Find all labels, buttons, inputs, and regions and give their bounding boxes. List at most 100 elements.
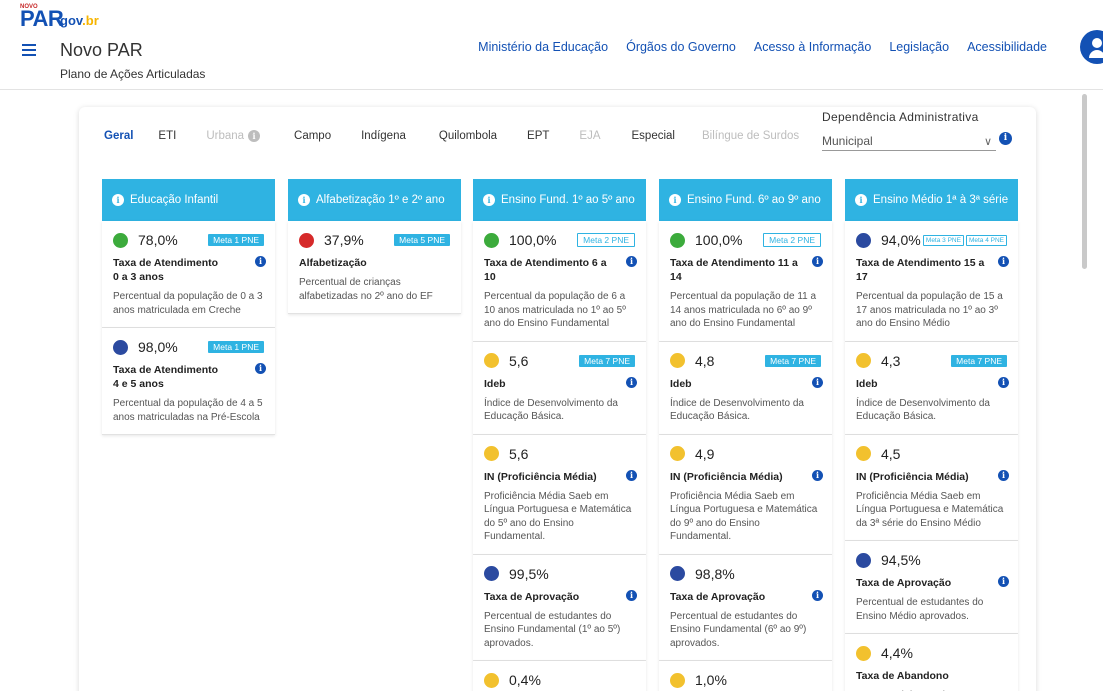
meta-pne-badge[interactable]: Meta 5 PNE (394, 234, 450, 246)
indicator-card[interactable]: 4,3 Meta 7 PNE Ideb i Índice de Desenvolvime… (845, 341, 1018, 435)
status-dot-icon (113, 232, 128, 248)
info-icon[interactable]: i (855, 194, 867, 206)
meta-pne-badge[interactable]: Meta 7 PNE (951, 354, 1007, 367)
nav-link-acessibilidade[interactable]: Acessibilidade (967, 40, 1047, 54)
status-dot-icon (670, 566, 685, 581)
tab-ind-gena[interactable]: Indígena (361, 130, 406, 142)
info-icon[interactable]: i (298, 194, 310, 206)
indicator-card[interactable]: 4,8 Meta 7 PNE Ideb i Índice de Desenvolvime… (659, 341, 832, 435)
column-header[interactable]: i Educação Infantil (102, 179, 275, 221)
indicator-metric: 100,0% Meta 2 PNE (484, 230, 635, 250)
scrollbar-thumb[interactable] (1082, 94, 1087, 269)
indicator-card[interactable]: 98,8% Taxa de Aprovação i Percentual de est… (659, 554, 832, 661)
indicator-card[interactable]: 100,0% Meta 2 PNE Taxa de Atendimento 6 a … (473, 221, 646, 342)
indicator-title-text: Ideb (856, 377, 878, 390)
info-icon[interactable]: i (626, 376, 637, 388)
column-title: Alfabetização 1º e 2º ano (316, 194, 445, 206)
tab-eti[interactable]: ETI (158, 130, 176, 142)
indicator-card[interactable]: 4,9 IN (Proficiência Média) i Proficiência … (659, 434, 832, 555)
info-icon[interactable]: i (812, 589, 823, 601)
tab-label: ETI (158, 130, 177, 142)
info-icon[interactable]: i (812, 256, 823, 267)
meta-pne-badge[interactable]: Meta 3 PNE (922, 234, 964, 246)
info-icon[interactable]: i (998, 469, 1009, 481)
tab-especial[interactable]: Especial (632, 130, 675, 142)
indicator-card[interactable]: 100,0% Meta 2 PNE Taxa de Atendimento 11 a… (659, 221, 832, 342)
info-icon[interactable]: i (998, 256, 1009, 267)
info-icon[interactable]: i (255, 256, 266, 267)
indicator-card[interactable]: 4,4%Taxa de AbandonoPercentual de estuda… (845, 634, 1018, 691)
indicator-title: Taxa de Aprovação i (856, 576, 1009, 590)
info-icon[interactable]: i (626, 469, 637, 481)
info-icon[interactable]: i (626, 256, 637, 267)
indicator-card[interactable]: 94,5% Taxa de Aprovação i Percentual de est… (845, 541, 1018, 634)
info-icon[interactable]: i (669, 194, 681, 206)
column-header[interactable]: i Ensino Fund. 1º ao 5º ano (473, 179, 646, 221)
tab-urbana[interactable]: Urbana i (206, 130, 261, 142)
indicator-card[interactable]: 1,0%Taxa de Abandono (659, 661, 832, 691)
indicator-card[interactable]: 98,0% Meta 1 PNE Taxa de Atendimento 4 e 5… (102, 328, 275, 435)
info-icon[interactable]: i (248, 130, 261, 142)
meta-badges: Meta 1 PNE (208, 341, 264, 353)
info-icon[interactable]: i (998, 376, 1009, 388)
column-title: Ensino Médio 1ª à 3ª série (873, 194, 1009, 206)
indicator-metric: 4,5 (856, 444, 1007, 464)
tab-campo[interactable]: Campo (294, 130, 331, 142)
hamburger-menu-icon[interactable] (22, 44, 36, 56)
info-icon[interactable]: i (998, 576, 1009, 587)
column-header[interactable]: i Ensino Fund. 6º ao 9º ano (659, 179, 832, 221)
meta-pne-badge[interactable]: Meta 4 PNE (965, 234, 1007, 246)
indicator-card[interactable]: 4,5 IN (Proficiência Média) i Proficiência … (845, 434, 1018, 541)
info-icon[interactable]: i (812, 376, 823, 388)
tab-geral[interactable]: Geral (104, 130, 133, 142)
column-title: Educação Infantil (130, 194, 219, 206)
tab-quilombola[interactable]: Quilombola (439, 130, 497, 142)
nav-link-legislacao[interactable]: Legislação (889, 40, 949, 54)
tab-ept[interactable]: EPT (527, 130, 549, 142)
govbr-logo-suffix: .br (82, 13, 99, 28)
indicator-card[interactable]: 37,9% Meta 5 PNE Alfabetização Percentual d… (288, 221, 461, 314)
meta-pne-badge[interactable]: Meta 7 PNE (579, 354, 635, 367)
indicator-title-text: Ideb (670, 377, 692, 390)
meta-pne-badge[interactable]: Meta 1 PNE (208, 234, 264, 246)
dependencia-select[interactable]: Municipal ∨ (822, 131, 996, 151)
indicator-card[interactable]: 99,5% Taxa de Aprovação i Percentual de est… (473, 554, 646, 661)
info-icon[interactable]: i (483, 194, 495, 206)
indicator-card[interactable]: 0,4%Taxa de Abandono (473, 661, 646, 691)
tab-label: Bilíngue de Surdos (701, 130, 800, 142)
info-icon[interactable]: i (626, 589, 637, 601)
tab-label: EPT (527, 130, 550, 142)
meta-pne-badge[interactable]: Meta 2 PNE (577, 233, 635, 247)
nav-link-acesso-informacao[interactable]: Acesso à Informação (754, 40, 871, 54)
indicator-metric: 0,4% (484, 670, 635, 690)
tab-label: Especial (631, 130, 675, 142)
indicator-card[interactable]: 5,6 Meta 7 PNE Ideb i Índice de Desenvolvime… (473, 341, 646, 435)
tab-bil-ngue-de-surdos[interactable]: Bilíngue de Surdos (702, 130, 799, 142)
info-icon[interactable]: i (112, 194, 124, 206)
indicator-value: 98,8% (695, 565, 735, 582)
nav-link-ministerio[interactable]: Ministério da Educação (478, 40, 608, 54)
meta-pne-badge[interactable]: Meta 7 PNE (765, 354, 821, 367)
nav-link-orgaos[interactable]: Órgãos do Governo (626, 40, 736, 54)
indicator-title-text: Taxa de Aprovação (484, 590, 580, 603)
indicator-card[interactable]: 78,0% Meta 1 PNE Taxa de Atendimento 0 a 3… (102, 221, 275, 328)
user-avatar-icon[interactable] (1080, 30, 1103, 64)
indicator-title: Taxa de Atendimento 0 a 3 anos i (113, 256, 266, 284)
tab-eja[interactable]: EJA (579, 130, 600, 142)
meta-pne-badge[interactable]: Meta 2 PNE (763, 233, 821, 247)
tab-label: Geral (104, 130, 134, 142)
indicator-card[interactable]: 5,6 IN (Proficiência Média) i Proficiência … (473, 434, 646, 555)
info-icon[interactable]: i (999, 132, 1012, 145)
info-icon[interactable]: i (255, 363, 266, 374)
indicator-value: 4,3 (881, 352, 901, 369)
indicator-description: Proficiência Média Saeb em Língua Portug… (670, 490, 818, 543)
indicator-title-text: Taxa de Atendimento 0 a 3 anos (113, 257, 219, 283)
indicator-card[interactable]: 94,0% Meta 3 PNE Meta 4 PNE Taxa de Atendim… (845, 221, 1018, 342)
column-header[interactable]: i Ensino Médio 1ª à 3ª série (845, 179, 1018, 221)
indicator-value: 5,6 (509, 352, 529, 369)
meta-pne-badge[interactable]: Meta 1 PNE (208, 341, 264, 353)
govbr-logo[interactable]: gov.br (60, 13, 99, 28)
info-icon[interactable]: i (812, 469, 823, 481)
column-header[interactable]: i Alfabetização 1º e 2º ano (288, 179, 461, 221)
par-logo[interactable]: PAR (20, 8, 64, 30)
